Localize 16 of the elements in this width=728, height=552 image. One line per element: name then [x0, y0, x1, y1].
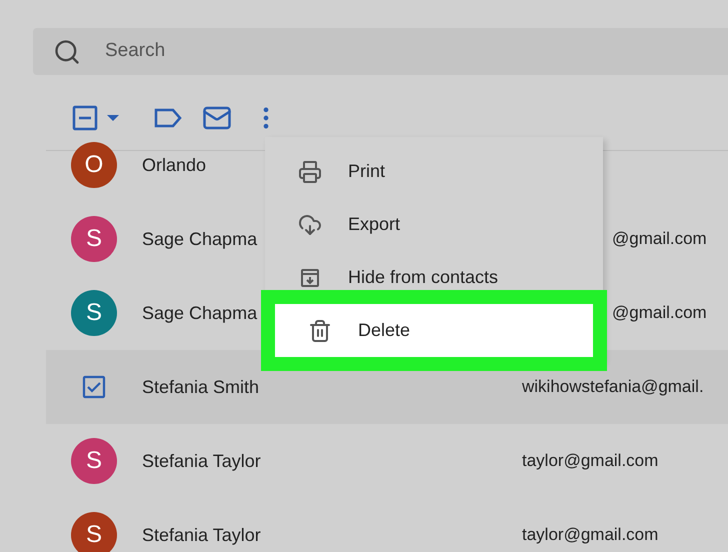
avatar: S [71, 438, 117, 484]
contact-name: Sage Chapma [142, 228, 258, 251]
contact-email: taylor@gmail.com [522, 450, 658, 472]
contact-name: Stefania Smith [142, 376, 260, 398]
contact-email: wikihowstefania@gmail. [522, 376, 704, 398]
contact-email: taylor@gmail.com [522, 524, 658, 546]
contact-name: Stefania Taylor [142, 524, 261, 547]
contact-name: Stefania Taylor [142, 450, 261, 473]
avatar: S [71, 216, 117, 262]
contact-email: @gmail.com [612, 228, 707, 250]
contact-email: @gmail.com [612, 302, 707, 324]
avatar: S [71, 290, 117, 336]
contact-name: Orlando [142, 154, 206, 176]
contact-name: Sage Chapma [142, 302, 258, 325]
avatar: S [71, 512, 117, 552]
avatar: O [71, 142, 117, 188]
